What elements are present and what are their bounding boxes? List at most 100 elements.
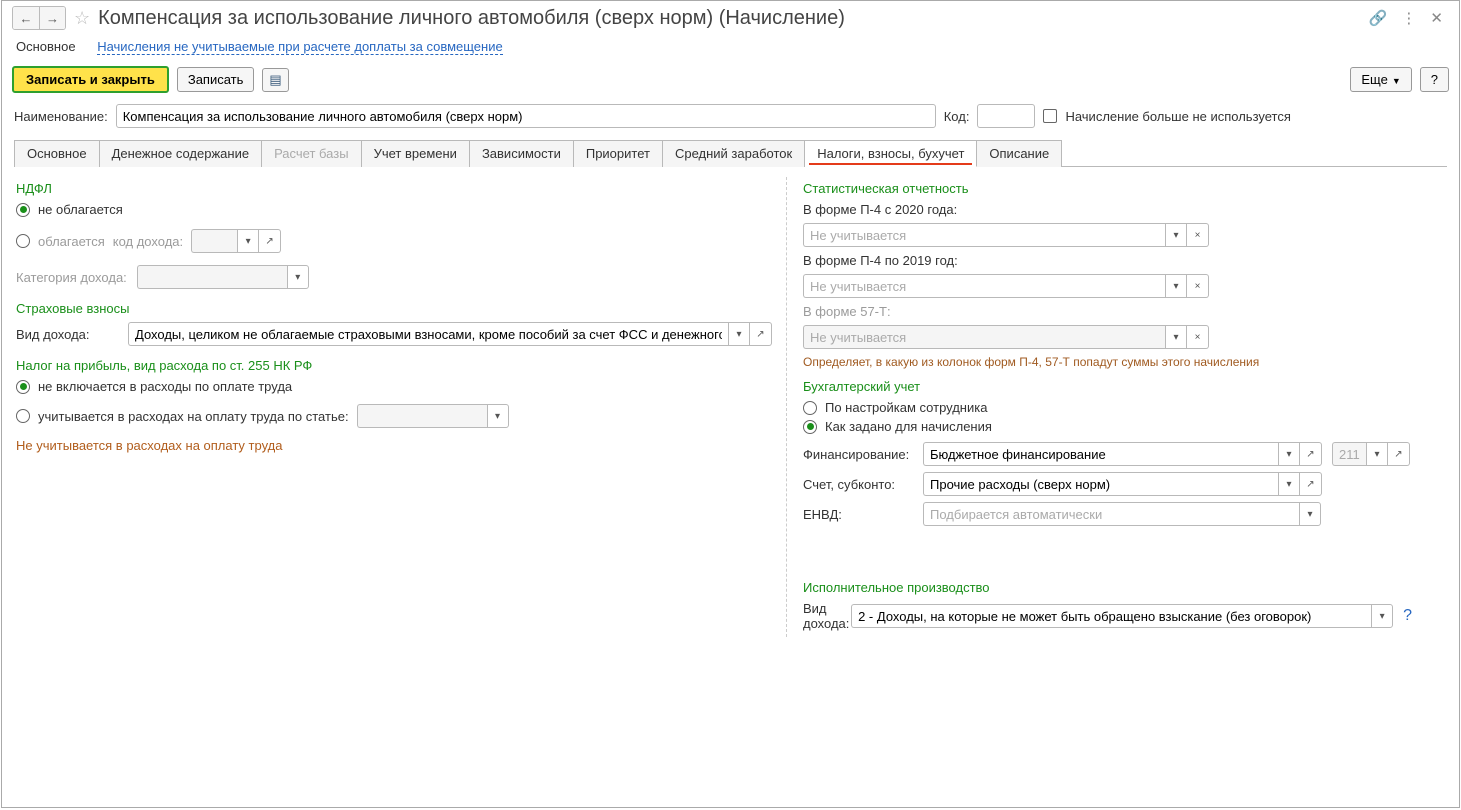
ndfl-yes-radio[interactable] bbox=[16, 234, 30, 248]
income-category-input bbox=[137, 265, 287, 289]
account-input[interactable] bbox=[923, 472, 1278, 496]
tab-taxes[interactable]: Налоги, взносы, бухучет bbox=[805, 140, 977, 167]
p4-2020-combo: ▾ × bbox=[803, 223, 1412, 247]
tab-base: Расчет базы bbox=[262, 140, 362, 167]
profit-no-radio[interactable] bbox=[16, 380, 30, 394]
p4-2020-label: В форме П-4 с 2020 года: bbox=[803, 202, 957, 217]
tabs: Основное Денежное содержание Расчет базы… bbox=[14, 140, 1447, 167]
f57t-label: В форме 57-Т: bbox=[803, 304, 891, 319]
window-title: Компенсация за использование личного авт… bbox=[98, 7, 1369, 30]
financing-open[interactable]: ↗ bbox=[1300, 442, 1322, 466]
ndfl-no-radio[interactable] bbox=[16, 203, 30, 217]
p4-2019-input[interactable] bbox=[803, 274, 1165, 298]
financing-code-combo: ▾ ↗ bbox=[1332, 442, 1410, 466]
envd-dropdown[interactable]: ▾ bbox=[1299, 502, 1321, 526]
financing-input[interactable] bbox=[923, 442, 1278, 466]
exec-title: Исполнительное производство bbox=[803, 580, 1412, 595]
p4-2019-clear[interactable]: × bbox=[1187, 274, 1209, 298]
financing-code-open: ↗ bbox=[1388, 442, 1410, 466]
report-button[interactable]: ▤ bbox=[262, 68, 288, 92]
back-button[interactable]: ← bbox=[13, 7, 39, 29]
income-category-combo: ▾ bbox=[137, 265, 309, 289]
tab-time[interactable]: Учет времени bbox=[362, 140, 470, 167]
acc-r2-row: Как задано для начисления bbox=[803, 419, 1412, 434]
more-icon[interactable]: ⋮ bbox=[1401, 9, 1416, 27]
financing-code-input bbox=[1332, 442, 1366, 466]
close-icon[interactable]: ✕ bbox=[1430, 9, 1443, 27]
p4-2020-dropdown[interactable]: ▾ bbox=[1165, 223, 1187, 247]
acc-r1-label: По настройкам сотрудника bbox=[825, 400, 987, 415]
chevron-down-icon: ▼ bbox=[1392, 76, 1401, 86]
account-row: Счет, субконто: ▾ ↗ bbox=[803, 472, 1412, 496]
acc-r1-radio[interactable] bbox=[803, 401, 817, 415]
profit-yes-label: учитывается в расходах на оплату труда п… bbox=[38, 409, 349, 424]
account-combo: ▾ ↗ bbox=[923, 472, 1322, 496]
profit-article-combo: ▾ bbox=[357, 404, 509, 428]
income-type-input[interactable] bbox=[128, 322, 728, 346]
income-code-input bbox=[191, 229, 237, 253]
p4-2019-dropdown[interactable]: ▾ bbox=[1165, 274, 1187, 298]
exec-help-icon[interactable]: ? bbox=[1403, 607, 1412, 625]
ndfl-no-label: не облагается bbox=[38, 202, 123, 217]
profit-tax-title: Налог на прибыль, вид расхода по ст. 255… bbox=[16, 358, 772, 373]
nav-buttons: ← → bbox=[12, 6, 66, 30]
account-dropdown[interactable]: ▾ bbox=[1278, 472, 1300, 496]
envd-label: ЕНВД: bbox=[803, 507, 913, 522]
p4-2020-input[interactable] bbox=[803, 223, 1165, 247]
f57t-dropdown: ▾ bbox=[1165, 325, 1187, 349]
subnav-main[interactable]: Основное bbox=[16, 39, 76, 54]
name-label: Наименование: bbox=[14, 109, 108, 124]
income-type-dropdown[interactable]: ▾ bbox=[728, 322, 750, 346]
tab-money[interactable]: Денежное содержание bbox=[100, 140, 262, 167]
f57t-input bbox=[803, 325, 1165, 349]
forward-button[interactable]: → bbox=[39, 7, 65, 29]
income-type-open[interactable]: ↗ bbox=[750, 322, 772, 346]
financing-dropdown[interactable]: ▾ bbox=[1278, 442, 1300, 466]
left-column: НДФЛ не облагается облагается код дохода… bbox=[16, 177, 786, 637]
income-category-row: Категория дохода: ▾ bbox=[16, 265, 772, 289]
tab-desc[interactable]: Описание bbox=[977, 140, 1062, 167]
income-code-combo: ▾ ↗ bbox=[191, 229, 281, 253]
tab-main[interactable]: Основное bbox=[14, 140, 100, 167]
exec-dropdown[interactable]: ▾ bbox=[1371, 604, 1393, 628]
code-input[interactable] bbox=[977, 104, 1035, 128]
p4-2019-combo: ▾ × bbox=[803, 274, 1209, 298]
envd-input[interactable] bbox=[923, 502, 1299, 526]
name-input[interactable] bbox=[116, 104, 936, 128]
ndfl-title: НДФЛ bbox=[16, 181, 772, 196]
save-button[interactable]: Записать bbox=[177, 67, 255, 92]
help-button[interactable]: ? bbox=[1420, 67, 1449, 92]
exec-row: Вид дохода: ▾ ? bbox=[803, 601, 1412, 631]
f57t-row: ▾ × bbox=[803, 325, 1412, 349]
income-category-dropdown: ▾ bbox=[287, 265, 309, 289]
not-used-label: Начисление больше не используется bbox=[1065, 109, 1290, 124]
envd-row: ЕНВД: ▾ bbox=[803, 502, 1412, 526]
subnav-link[interactable]: Начисления не учитываемые при расчете до… bbox=[97, 39, 503, 55]
account-open[interactable]: ↗ bbox=[1300, 472, 1322, 496]
toolbar: Записать и закрыть Записать ▤ Еще ▼ ? bbox=[2, 63, 1459, 101]
f57t-clear: × bbox=[1187, 325, 1209, 349]
p4-2020-clear[interactable]: × bbox=[1187, 223, 1209, 247]
profit-no-row: не включается в расходы по оплате труда bbox=[16, 379, 772, 394]
not-used-checkbox[interactable] bbox=[1043, 109, 1057, 123]
tab-priority[interactable]: Приоритет bbox=[574, 140, 663, 167]
envd-combo: ▾ bbox=[923, 502, 1321, 526]
acc-r2-radio[interactable] bbox=[803, 420, 817, 434]
tab-deps[interactable]: Зависимости bbox=[470, 140, 574, 167]
income-code-label: код дохода: bbox=[113, 234, 183, 249]
profit-article-input bbox=[357, 404, 487, 428]
link-icon[interactable]: 🔗 bbox=[1369, 9, 1388, 27]
more-button[interactable]: Еще ▼ bbox=[1350, 67, 1411, 92]
financing-code-dropdown: ▾ bbox=[1366, 442, 1388, 466]
exec-input[interactable] bbox=[851, 604, 1371, 628]
financing-combo: ▾ ↗ bbox=[923, 442, 1322, 466]
favorite-icon[interactable]: ☆ bbox=[74, 8, 90, 29]
save-close-button[interactable]: Записать и закрыть bbox=[12, 66, 169, 93]
profit-article-dropdown: ▾ bbox=[487, 404, 509, 428]
more-label: Еще bbox=[1361, 72, 1387, 87]
p4-2019-label: В форме П-4 по 2019 год: bbox=[803, 253, 958, 268]
profit-yes-radio[interactable] bbox=[16, 409, 30, 423]
exec-combo: ▾ bbox=[851, 604, 1393, 628]
p4-2020-row: ▾ × bbox=[803, 223, 1412, 247]
tab-avg[interactable]: Средний заработок bbox=[663, 140, 805, 167]
